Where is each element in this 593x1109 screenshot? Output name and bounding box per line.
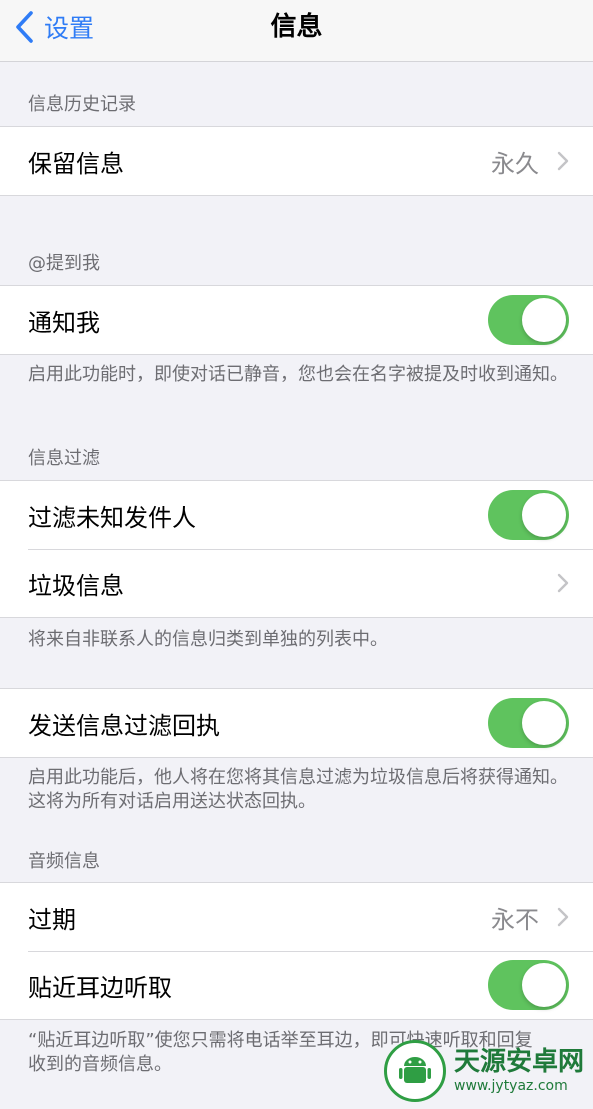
section-header-mentions: @提到我 xyxy=(28,253,100,274)
keep-messages-value: 永久 xyxy=(491,149,539,178)
send-filter-receipt-toggle[interactable] xyxy=(488,698,569,748)
watermark: 天源安卓网 www.jytyaz.com xyxy=(384,1032,593,1109)
group-history: 保留信息 永久 xyxy=(0,126,593,196)
toggle-knob xyxy=(522,963,566,1007)
section-header-history: 信息历史记录 xyxy=(28,94,136,115)
watermark-url: www.jytyaz.com xyxy=(454,1077,568,1094)
chevron-right-icon xyxy=(557,573,569,593)
mentions-footer-note: 启用此功能时，即使对话已静音，您也会在名字被提及时收到通知。 xyxy=(28,364,568,385)
section-header-audio: 音频信息 xyxy=(28,851,100,872)
notify-me-row: 通知我 xyxy=(0,286,593,354)
filter-footer-note: 将来自非联系人的信息归类到单独的列表中。 xyxy=(28,629,388,650)
android-logo-icon xyxy=(384,1039,446,1102)
watermark-text: 天源安卓网 www.jytyaz.com xyxy=(454,1047,584,1095)
junk-row[interactable]: 垃圾信息 xyxy=(0,549,593,617)
page-title: 信息 xyxy=(270,12,323,42)
notify-me-label: 通知我 xyxy=(28,308,100,337)
filter-unknown-row: 过滤未知发件人 xyxy=(0,481,593,549)
toggle-knob xyxy=(522,493,566,537)
filter-unknown-toggle[interactable] xyxy=(488,490,569,540)
expire-value: 永不 xyxy=(491,905,539,934)
expire-label: 过期 xyxy=(28,905,76,934)
expire-row[interactable]: 过期 永不 xyxy=(0,883,593,951)
send-filter-receipt-row: 发送信息过滤回执 xyxy=(0,689,593,757)
send-filter-receipt-label: 发送信息过滤回执 xyxy=(28,711,220,740)
raise-to-listen-label: 贴近耳边听取 xyxy=(28,973,172,1002)
notify-me-toggle[interactable] xyxy=(488,295,569,345)
filter-unknown-label: 过滤未知发件人 xyxy=(28,503,196,532)
keep-messages-label: 保留信息 xyxy=(28,149,124,178)
chevron-right-icon xyxy=(557,907,569,927)
toggle-knob xyxy=(522,298,566,342)
receipts-footer-note: 启用此功能后，他人将在您将其信息过滤为垃圾信息后将获得通知。这将为所有对话启用送… xyxy=(28,767,568,812)
keep-messages-row[interactable]: 保留信息 永久 xyxy=(0,127,593,195)
navigation-bar: 设置 信息 xyxy=(0,0,593,62)
junk-label: 垃圾信息 xyxy=(28,571,124,600)
group-audio: 过期 永不 贴近耳边听取 xyxy=(0,882,593,1020)
raise-to-listen-toggle[interactable] xyxy=(488,960,569,1010)
group-receipts: 发送信息过滤回执 xyxy=(0,688,593,758)
group-filter: 过滤未知发件人 垃圾信息 xyxy=(0,480,593,618)
section-header-filter: 信息过滤 xyxy=(28,448,100,469)
raise-to-listen-row: 贴近耳边听取 xyxy=(0,951,593,1019)
toggle-knob xyxy=(522,701,566,745)
chevron-right-icon xyxy=(557,151,569,171)
group-mentions: 通知我 xyxy=(0,285,593,355)
watermark-title: 天源安卓网 xyxy=(454,1046,585,1077)
